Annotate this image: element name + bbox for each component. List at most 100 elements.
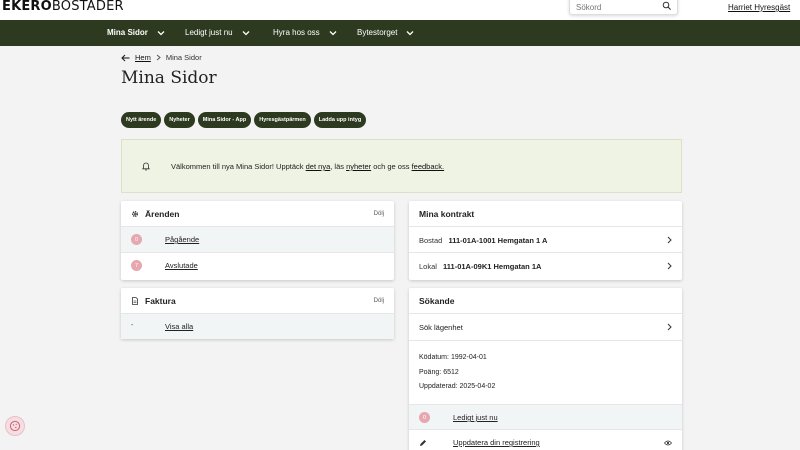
quick-link-ladda-upp-intyg[interactable]: Ladda upp intyg <box>313 112 367 128</box>
kontrakt-entry: Bostad 111-01A-1001 Hemgatan 1 A <box>419 236 547 245</box>
info-key: Poäng: <box>419 369 442 376</box>
nav-item-bytestorget[interactable]: Bytestorget <box>357 28 414 37</box>
count-badge: 0 <box>419 412 430 423</box>
kontrakt-value: 111-01A-09K1 Hemgatan 1A <box>443 262 542 271</box>
kontrakt-entry: Lokal 111-01A-09K1 Hemgatan 1A <box>419 262 541 271</box>
card-header: Mina kontrakt <box>409 201 682 227</box>
kontrakt-type: Lokal <box>419 262 437 271</box>
card-title: Mina kontrakt <box>419 209 475 219</box>
kontrakt-row-bostad[interactable]: Bostad 111-01A-1001 Hemgatan 1 A <box>409 227 682 253</box>
page-title: Mina Sidor <box>121 68 217 88</box>
card-header: Faktura Dölj <box>121 288 394 314</box>
banner-link-nyheter[interactable]: nyheter <box>346 162 371 171</box>
kontrakt-type: Bostad <box>419 236 443 245</box>
info-value: 1992-04-01 <box>450 354 487 361</box>
visa-alla-link[interactable]: Visa alla <box>165 322 193 331</box>
quick-link-nytt-arende[interactable]: Nytt ärende <box>121 112 162 128</box>
chevron-right-icon <box>667 323 672 331</box>
search-input[interactable] <box>576 1 662 13</box>
welcome-banner: Välkommen till nya Mina Sidor! Upptäck d… <box>121 139 682 193</box>
banner-link-det-nya[interactable]: det nya <box>306 162 331 171</box>
ledigt-row[interactable]: 0 Ledigt just nu <box>409 404 682 430</box>
info-uppdaterad: Uppdaterad: 2025-04-02 <box>419 383 495 390</box>
info-kodatum: Ködatum: 1992-04-01 <box>419 354 487 361</box>
card-title: Ärenden <box>131 209 179 219</box>
info-value: 6512 <box>443 369 459 376</box>
card-header: Sökande <box>409 288 682 314</box>
info-key: Ködatum: <box>419 354 449 361</box>
row-link[interactable]: Pågående <box>165 235 199 244</box>
kontrakt-row-lokal[interactable]: Lokal 111-01A-09K1 Hemgatan 1A <box>409 253 682 279</box>
faktura-card: Faktura Dölj - Visa alla <box>121 288 394 339</box>
search-icon[interactable] <box>662 1 672 11</box>
breadcrumb-current: Mina Sidor <box>165 53 202 62</box>
kontrakt-card: Mina kontrakt Bostad 111-01A-1001 Hemgat… <box>409 201 682 280</box>
card-title: Faktura <box>131 296 176 306</box>
arenden-card: Ärenden Dölj 0 Pågående 7 Avslutade <box>121 201 394 280</box>
nav-item-mina-sidor[interactable]: Mina Sidor <box>107 28 165 37</box>
hide-link[interactable]: Dölj <box>374 298 384 304</box>
uppdatera-link[interactable]: Uppdatera din registrering <box>453 438 540 447</box>
uppdatera-row[interactable]: Uppdatera din registrering <box>409 430 682 450</box>
logo[interactable]: EKERÖBOSTÄDER <box>2 0 124 14</box>
nav-label: Ledigt just nu <box>185 28 233 37</box>
document-icon <box>132 297 138 305</box>
ledigt-link[interactable]: Ledigt just nu <box>453 413 498 422</box>
banner-text: , läs <box>330 162 347 171</box>
quick-links: Nytt ärende Nyheter Mina Sidor - App Hyr… <box>121 112 367 128</box>
count-badge: 0 <box>131 234 142 245</box>
sok-lagenhet-row[interactable]: Sök lägenhet <box>409 314 682 341</box>
info-key: Uppdaterad: <box>419 383 458 390</box>
nav-item-ledigt[interactable]: Ledigt just nu <box>185 28 250 37</box>
quick-link-nyheter[interactable]: Nyheter <box>164 112 195 128</box>
sok-lagenhet-label: Sök lägenhet <box>419 323 463 332</box>
chevron-right-icon <box>156 54 161 61</box>
cookie-icon <box>9 420 21 432</box>
bell-icon <box>142 162 150 171</box>
arenden-row-pagaende[interactable]: 0 Pågående <box>121 227 394 253</box>
nav-item-hyra[interactable]: Hyra hos oss <box>273 28 337 37</box>
pencil-icon <box>420 440 426 446</box>
logo-bold: EKERÖ <box>2 0 52 14</box>
arrow-left-icon[interactable] <box>121 54 130 62</box>
nav-label: Mina Sidor <box>107 28 148 37</box>
info-value: 2025-04-02 <box>459 383 496 390</box>
chevron-down-icon <box>242 30 250 36</box>
cookie-settings-button[interactable] <box>5 416 25 436</box>
gear-icon <box>131 210 139 218</box>
top-bar: EKERÖBOSTÄDER Harriet Hyresgäst <box>0 0 800 20</box>
chevron-down-icon <box>407 30 414 36</box>
user-name-link[interactable]: Harriet Hyresgäst <box>728 3 790 12</box>
banner-text: Välkommen till nya Mina Sidor! Upptäck <box>171 162 306 171</box>
chevron-right-icon <box>667 262 672 270</box>
info-poang: Poäng: 6512 <box>419 369 459 376</box>
sokande-card: Sökande Sök lägenhet Ködatum: 1992-04-01 … <box>409 288 682 450</box>
arenden-title: Ärenden <box>145 209 180 219</box>
row-link[interactable]: Avslutade <box>165 261 198 270</box>
kontrakt-value: 111-01A-1001 Hemgatan 1 A <box>448 236 548 245</box>
logo-light: BOSTÄDER <box>51 0 124 14</box>
quick-link-hyresgastparmen[interactable]: Hyresgästpärmen <box>254 112 311 128</box>
faktura-title: Faktura <box>145 296 176 306</box>
breadcrumb: Hem Mina Sidor <box>121 53 202 62</box>
card-title: Sökande <box>419 296 455 306</box>
chevron-down-icon <box>329 30 337 36</box>
banner-message: Välkommen till nya Mina Sidor! Upptäck d… <box>171 162 444 171</box>
banner-link-feedback[interactable]: feedback. <box>412 162 445 171</box>
faktura-marker: - <box>131 322 134 329</box>
chevron-right-icon <box>667 236 672 244</box>
arenden-row-avslutade[interactable]: 7 Avslutade <box>121 253 394 279</box>
eye-icon[interactable] <box>664 440 672 446</box>
main-nav: Mina Sidor Ledigt just nu Hyra hos oss B… <box>0 20 800 46</box>
nav-label: Bytestorget <box>357 28 398 37</box>
count-badge: 7 <box>131 260 142 271</box>
banner-text: och ge oss <box>371 162 412 171</box>
faktura-row: - Visa alla <box>121 314 394 339</box>
quick-link-app[interactable]: Mina Sidor - App <box>197 112 252 128</box>
nav-label: Hyra hos oss <box>273 28 320 37</box>
hide-link[interactable]: Dölj <box>374 211 384 217</box>
chevron-down-icon <box>157 30 165 36</box>
search-box <box>569 0 678 15</box>
breadcrumb-home-link[interactable]: Hem <box>135 53 151 62</box>
card-header: Ärenden Dölj <box>121 201 394 227</box>
